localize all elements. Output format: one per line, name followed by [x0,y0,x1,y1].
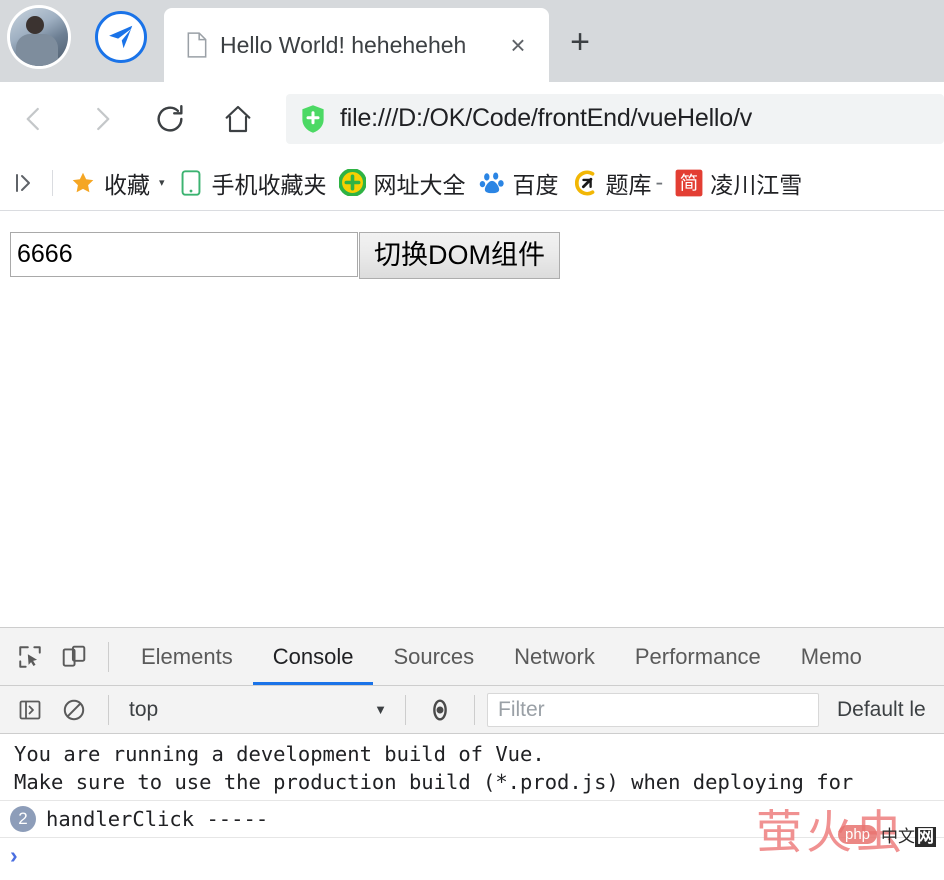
prompt-chevron-icon: › [10,844,18,867]
bookmark-label: 网址大全 [374,166,466,200]
bookmark-label: 手机收藏夹 [212,166,327,200]
console-prompt[interactable]: › [0,838,944,872]
console-message-line: Make sure to use the production build (*… [0,768,944,796]
divider [52,170,53,196]
page-viewport: 切换DOM组件 [0,211,944,627]
address-bar[interactable]: file:///D:/OK/Code/frontEnd/vueHello/v [286,94,944,144]
device-toolbar-icon[interactable] [52,635,96,679]
forward-button[interactable] [68,85,136,153]
navigation-bar: file:///D:/OK/Code/frontEnd/vueHello/v [0,82,944,155]
filter-input[interactable]: Filter [487,693,819,727]
bookmark-trailing-text: - [656,169,664,196]
inspect-element-icon[interactable] [8,635,52,679]
tab-strip: Hello World! heheheheh × + [0,0,944,82]
bookmark-item-shoucang[interactable]: 收藏 ▾ [63,163,171,203]
devtools-tab-bar: Elements Console Sources Network Perform… [0,628,944,686]
divider [108,695,109,725]
new-tab-button[interactable]: + [549,8,611,82]
chevron-down-icon[interactable]: ▾ [159,176,165,189]
paper-plane-button[interactable] [78,0,164,82]
reload-button[interactable] [136,85,204,153]
tab-console[interactable]: Console [253,628,374,685]
plus-circle-icon [339,169,367,197]
demo-controls: 切换DOM组件 [10,232,560,279]
tab-memory[interactable]: Memo [781,628,882,685]
divider [108,642,109,672]
home-icon [222,103,254,135]
message-count-badge: 2 [10,806,36,832]
log-levels-select[interactable]: Default le [837,698,926,722]
bookmarks-bar: 收藏 ▾ 手机收藏夹 网址大全 [0,155,944,211]
devtools-panel: Elements Console Sources Network Perform… [0,627,944,880]
divider [474,695,475,725]
chevron-down-icon: ▼ [374,702,387,717]
tab-elements[interactable]: Elements [121,628,253,685]
tab-sources[interactable]: Sources [373,628,494,685]
browser-window: Hello World! heheheheh × + [0,0,944,880]
clear-console-icon[interactable] [52,688,96,732]
divider [405,695,406,725]
console-toolbar: top ▼ Filter Default le [0,686,944,734]
back-button[interactable] [0,85,68,153]
paper-plane-icon [95,11,147,63]
tab-network[interactable]: Network [494,628,615,685]
sidebar-toggle-icon[interactable] [8,171,42,195]
console-sidebar-icon[interactable] [8,688,52,732]
browser-tab[interactable]: Hello World! heheheheh × [164,8,549,82]
live-expression-icon[interactable] [418,688,462,732]
c-logo-icon [571,169,599,197]
phone-icon [177,169,205,197]
bookmark-item-tiku[interactable]: 题库 - [565,163,670,203]
profile-avatar-button[interactable] [0,0,78,82]
bookmark-label: 收藏 [104,166,150,200]
close-icon[interactable]: × [501,28,535,62]
reload-icon [153,102,187,136]
filter-placeholder: Filter [498,698,545,722]
home-button[interactable] [204,85,272,153]
svg-text:简: 简 [680,173,699,194]
address-bar-url: file:///D:/OK/Code/frontEnd/vueHello/v [340,104,752,133]
green-shield-plus-icon [300,104,326,134]
console-message-vue-warning: You are running a development build of V… [0,734,944,801]
bookmark-label: 凌川江雪 [710,166,802,200]
execution-context-value: top [129,698,374,722]
toggle-dom-component-button[interactable]: 切换DOM组件 [359,232,560,279]
bookmark-label: 题库 [606,166,652,200]
back-arrow-icon [19,104,49,134]
console-message-handlerclick: 2 handlerClick ----- [0,801,944,838]
star-icon [69,169,97,197]
bookmark-label: 百度 [513,166,559,200]
jian-square-icon: 简 [675,169,703,197]
tab-title: Hello World! heheheheh [220,32,501,59]
bookmark-item-hao123[interactable]: 网址大全 [333,163,472,203]
forward-arrow-icon [87,104,117,134]
console-output: You are running a development build of V… [0,734,944,880]
document-icon [186,32,208,58]
bookmark-item-baidu[interactable]: 百度 [472,163,565,203]
bookmark-item-lingchuanjiangxue[interactable]: 简 凌川江雪 [669,163,808,203]
console-message-text: handlerClick ----- [46,807,268,831]
avatar [10,8,68,66]
bookmark-item-mobile-favorites[interactable]: 手机收藏夹 [171,163,333,203]
console-message-line: You are running a development build of V… [0,740,944,768]
baidu-paw-icon [478,169,506,197]
text-input[interactable] [10,232,358,277]
execution-context-select[interactable]: top ▼ [121,693,393,727]
tab-performance[interactable]: Performance [615,628,781,685]
